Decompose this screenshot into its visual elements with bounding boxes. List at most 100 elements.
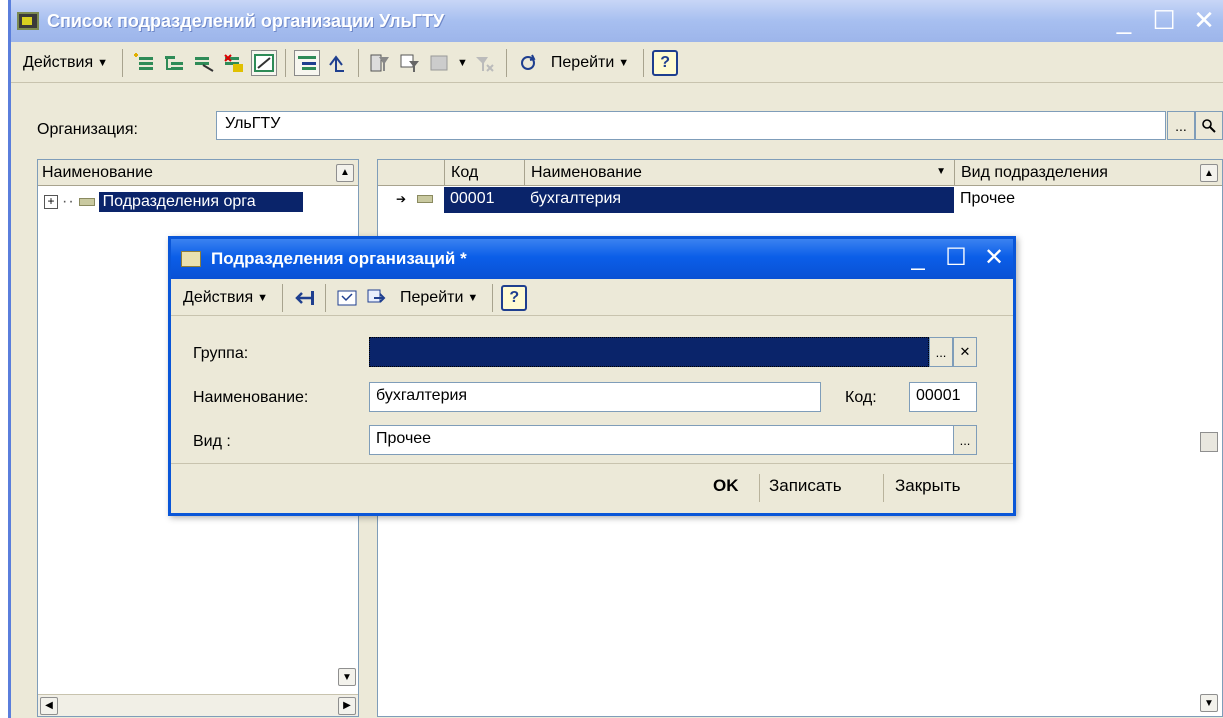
chevron-down-icon: ▼ — [467, 291, 479, 304]
scroll-up-icon[interactable]: ▲ — [336, 163, 354, 182]
organization-label: Организация: — [37, 121, 138, 138]
organization-input[interactable]: УльГТУ — [216, 111, 1166, 140]
dialog-button-bar: OK Записать Закрыть — [171, 463, 1013, 513]
column-header-code[interactable]: Код — [444, 160, 524, 186]
chevron-down-icon[interactable]: ▼ — [457, 57, 468, 69]
scroll-right-icon[interactable]: ▶ — [338, 696, 356, 715]
tree-header[interactable]: Наименование ▲ — [38, 160, 358, 186]
expand-icon[interactable]: + — [44, 195, 58, 209]
filter-history-icon — [430, 55, 448, 70]
column-header-name-label: Наименование — [531, 164, 642, 181]
magnifier-icon — [1202, 118, 1216, 133]
filter-by-value-button[interactable] — [397, 50, 423, 76]
close-icon[interactable]: ✕ — [1191, 4, 1217, 36]
kind-label: Вид : — [193, 433, 231, 450]
level-up-button[interactable] — [324, 50, 350, 76]
maximize-icon[interactable]: ☐ — [945, 241, 967, 275]
form-icon — [181, 251, 201, 267]
tree-horizontal-scrollbar[interactable]: ◀ ▶ — [38, 694, 358, 716]
toolbar-separator — [358, 48, 359, 77]
reread-button[interactable] — [334, 285, 360, 311]
name-label: Наименование: — [193, 389, 309, 406]
cell-kind[interactable]: Прочее — [954, 187, 1184, 213]
main-title-bar[interactable]: Список подразделений организации УльГТУ … — [11, 0, 1223, 42]
main-window-title: Список подразделений организации УльГТУ — [47, 10, 445, 31]
copy-icon — [367, 289, 386, 303]
filter-history-button[interactable] — [427, 50, 453, 76]
copy-button[interactable] — [364, 285, 390, 311]
select-group-button[interactable]: ... — [929, 337, 953, 367]
toolbar-separator — [643, 48, 645, 77]
dialog-help-button[interactable]: ? — [501, 284, 528, 311]
tree-column-name: Наименование — [42, 163, 153, 181]
save-and-close-button[interactable] — [291, 285, 317, 311]
code-field[interactable]: 00001 — [909, 382, 977, 412]
mark-delete-button[interactable] — [221, 50, 247, 76]
row-marker: ➔ — [390, 187, 444, 213]
tree-connector: ·· — [62, 193, 75, 210]
name-field[interactable]: бухгалтерия — [369, 382, 821, 412]
ok-button[interactable]: OK — [713, 476, 739, 496]
select-organization-button[interactable]: ... — [1167, 111, 1195, 140]
actions-menu-label: Действия — [23, 53, 94, 71]
column-header-kind[interactable]: Вид подразделения — [954, 160, 1184, 186]
goto-menu-button[interactable]: Перейти ▼ — [545, 54, 635, 72]
table-row[interactable]: ➔ 00001 бухгалтерия Прочее — [378, 187, 1222, 213]
chevron-down-icon: ▼ — [97, 56, 108, 69]
filter-button[interactable] — [367, 50, 393, 76]
column-header-name[interactable]: Наименование ▼ — [524, 160, 954, 186]
dialog-title: Подразделения организаций * — [211, 249, 467, 268]
filter-icon — [370, 54, 389, 71]
dialog-goto-menu-button[interactable]: Перейти ▼ — [394, 289, 484, 307]
add-group-button[interactable] — [161, 50, 187, 76]
scroll-left-icon[interactable]: ◀ — [40, 696, 58, 715]
copy-item-button[interactable] — [191, 50, 217, 76]
reread-icon — [337, 290, 357, 305]
actions-menu-button[interactable]: Действия ▼ — [17, 54, 114, 72]
dialog-actions-menu-button[interactable]: Действия ▼ — [177, 289, 274, 307]
add-item-button[interactable] — [131, 50, 157, 76]
scroll-thumb[interactable] — [1200, 432, 1218, 452]
select-kind-button[interactable]: ... — [953, 425, 977, 455]
search-icon[interactable] — [1195, 111, 1223, 140]
group-label: Группа: — [193, 345, 249, 362]
add-group-icon — [165, 55, 183, 70]
toolbar-separator — [282, 283, 283, 312]
hierarchy-view-button[interactable] — [294, 49, 320, 76]
close-button[interactable]: Закрыть — [895, 476, 960, 496]
refresh-icon — [520, 54, 536, 70]
unit-edit-dialog: Подразделения организаций * _ ☐ ✕ Действ… — [168, 236, 1016, 516]
dialog-title-bar[interactable]: Подразделения организаций * _ ☐ ✕ — [171, 239, 1013, 279]
dialog-toolbar: Действия ▼ Перейти ▼ ? — [171, 280, 1013, 316]
tree-item[interactable]: + ·· Подразделения орга — [44, 192, 303, 212]
cell-name[interactable]: бухгалтерия — [524, 187, 954, 213]
kind-field[interactable]: Прочее — [369, 425, 955, 455]
toolbar-separator — [505, 48, 507, 77]
current-row-arrow-icon: ➔ — [396, 192, 407, 206]
edit-item-button[interactable] — [251, 49, 277, 76]
filter-value-icon — [400, 54, 419, 72]
cell-code[interactable]: 00001 — [444, 187, 524, 213]
toolbar-separator — [285, 48, 286, 77]
maximize-icon[interactable]: ☐ — [1151, 4, 1177, 36]
button-separator — [883, 474, 884, 502]
clear-group-button[interactable]: ✕ — [953, 337, 977, 367]
button-separator — [759, 474, 760, 502]
code-label: Код: — [845, 389, 877, 406]
scroll-down-icon[interactable]: ▼ — [338, 668, 356, 686]
close-icon[interactable]: ✕ — [983, 241, 1005, 275]
group-field[interactable] — [369, 337, 929, 367]
minimize-icon[interactable]: _ — [907, 241, 929, 275]
toolbar-separator — [122, 48, 123, 77]
refresh-button[interactable] — [515, 50, 541, 76]
add-item-icon — [134, 52, 153, 70]
edit-item-icon — [254, 53, 274, 72]
minimize-icon[interactable]: _ — [1111, 4, 1137, 36]
save-button[interactable]: Записать — [769, 476, 842, 496]
scroll-up-icon[interactable]: ▲ — [1200, 164, 1218, 182]
scroll-down-icon[interactable]: ▼ — [1200, 694, 1218, 712]
dialog-goto-label: Перейти — [400, 288, 464, 306]
clear-filter-button[interactable] — [472, 50, 498, 76]
sort-desc-icon: ▼ — [936, 166, 946, 177]
help-button[interactable]: ? — [652, 49, 679, 76]
